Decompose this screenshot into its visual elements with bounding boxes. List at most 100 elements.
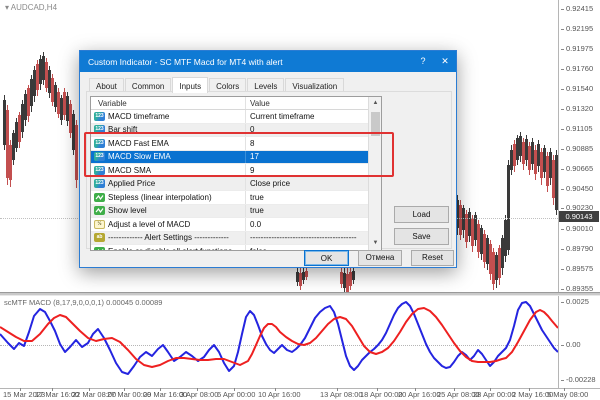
table-row[interactable]: 123MACD SMA 9 [91, 164, 369, 178]
time-tick-label: 10 Apr 16:00 [258, 390, 301, 399]
param-type-int-icon: 123 [94, 179, 105, 188]
table-scrollbar[interactable]: ▲ ▼ [368, 97, 381, 250]
dialog-titlebar[interactable]: Custom Indicator - SC MTF Macd for MT4 w… [80, 51, 456, 72]
time-tick-label: 20 Apr 16:00 [398, 390, 441, 399]
param-name: Show level [108, 206, 147, 215]
indicator-tick-label: 0.00 [561, 340, 581, 349]
time-tick [415, 388, 416, 391]
param-type-double-icon: ½ [94, 220, 105, 229]
scrollbar-thumb[interactable] [371, 112, 380, 136]
candle [75, 120, 78, 188]
param-name: Bar shift [108, 125, 137, 134]
inputs-rows: Variable Value 123MACD timeframeCurrent … [91, 97, 369, 251]
time-tick [490, 388, 491, 391]
reset-button[interactable]: Reset [411, 250, 454, 266]
table-header: Variable Value [91, 97, 369, 110]
price-tick-label: 0.92415 [561, 4, 593, 13]
dialog-title: Custom Indicator - SC MTF Macd for MT4 w… [80, 57, 412, 67]
load-button[interactable]: Load [394, 206, 449, 223]
price-tick-label: 0.90450 [561, 184, 593, 193]
time-tick [377, 388, 378, 391]
param-value[interactable]: true [245, 191, 369, 204]
scroll-down-icon[interactable]: ▼ [369, 237, 382, 250]
param-name: MACD timeframe [108, 112, 169, 121]
time-tick [124, 388, 125, 391]
candle [305, 268, 308, 280]
param-type-string-icon: ab [94, 233, 105, 242]
custom-indicator-dialog: Custom Indicator - SC MTF Macd for MT4 w… [79, 50, 457, 268]
save-button[interactable]: Save [394, 228, 449, 245]
param-type-int-icon: 123 [94, 152, 105, 161]
price-tick-label: 0.92195 [561, 24, 593, 33]
symbol-dropdown-icon[interactable]: ▾ [5, 3, 9, 12]
time-tick [564, 388, 565, 391]
param-value[interactable]: 0.0 [245, 218, 369, 231]
time-tick [529, 388, 530, 391]
param-value[interactable]: 0 [245, 124, 369, 137]
param-name: MACD SMA [108, 166, 151, 175]
time-tick-label: 13 Apr 08:00 [320, 390, 363, 399]
table-row[interactable]: 123Bar shift 0 [91, 124, 369, 138]
table-row[interactable]: 123Applied Price Close price [91, 178, 369, 192]
symbol-text: AUDCAD,H4 [11, 3, 57, 12]
tab-inputs[interactable]: Inputs [172, 77, 208, 93]
param-value[interactable]: 17 [245, 151, 369, 164]
time-tick [337, 388, 338, 391]
indicator-tick-label: 0.0025 [561, 297, 589, 306]
param-name: Applied Price [108, 179, 155, 188]
param-type-bool-icon [94, 206, 105, 215]
param-name: ------------- Alert Settings -----------… [108, 233, 229, 242]
param-value[interactable]: 8 [245, 137, 369, 150]
param-value[interactable]: Close price [245, 178, 369, 191]
ok-button[interactable]: OK [304, 250, 349, 266]
param-type-int-icon: 123 [94, 112, 105, 121]
inputs-table: Variable Value 123MACD timeframeCurrent … [90, 96, 382, 251]
time-tick-label: 5 May 08:00 [547, 390, 588, 399]
price-tick-label: 0.90010 [561, 224, 593, 233]
table-row[interactable]: ab------------- Alert Settings ---------… [91, 232, 369, 246]
param-name: MACD Slow EMA [108, 152, 171, 161]
time-tick-label: 6 Apr 00:00 [217, 390, 255, 399]
time-tick-label: 28 Apr 00:00 [473, 390, 516, 399]
help-button[interactable]: ? [412, 51, 434, 72]
time-tick [89, 388, 90, 391]
candle [352, 268, 355, 284]
price-tick-label: 0.91540 [561, 84, 593, 93]
price-tick-label: 0.91975 [561, 44, 593, 53]
time-tick [234, 388, 235, 391]
close-icon[interactable]: ✕ [434, 51, 456, 72]
table-row[interactable]: 123MACD Fast EMA8 [91, 137, 369, 151]
time-axis-border [0, 388, 600, 389]
param-value[interactable]: 9 [245, 164, 369, 177]
param-value[interactable]: true [245, 205, 369, 218]
table-row[interactable]: ½Adjust a level of MACD 0.0 [91, 218, 369, 232]
cancel-button[interactable]: Отмена [358, 250, 402, 266]
scroll-up-icon[interactable]: ▲ [369, 97, 382, 110]
table-row[interactable]: 123MACD timeframe Current timeframe [91, 110, 369, 124]
column-value: Value [245, 97, 369, 109]
param-type-int-icon: 123 [94, 139, 105, 148]
indicator-tick-label: -0.00228 [561, 375, 596, 384]
table-row[interactable]: 123MACD Slow EMA 17 [91, 151, 369, 165]
price-tick-label: 0.89790 [561, 244, 593, 253]
indicator-title: scMTF MACD (8,17,9,0,0,0,1) 0.00045 0.00… [4, 298, 162, 307]
price-axis-border [558, 0, 559, 388]
mt4-chart-window: ▾ AUDCAD,H4 0.92415 0.92195 0.91975 0.91760… [0, 0, 600, 400]
table-row[interactable]: Show level true [91, 205, 369, 219]
price-tick-label: 0.91760 [561, 64, 593, 73]
param-type-bool-icon [94, 193, 105, 202]
macd-plot [0, 296, 558, 388]
column-variable: Variable [91, 99, 245, 108]
param-type-int-icon: 123 [94, 166, 105, 175]
price-tick-label: 0.91320 [561, 104, 593, 113]
param-type-int-icon: 123 [94, 125, 105, 134]
table-row[interactable]: Stepless (linear interpolation) true [91, 191, 369, 205]
time-tick [20, 388, 21, 391]
param-value[interactable]: ---------------------------------------- [245, 232, 369, 245]
param-name: Adjust a level of MACD [108, 220, 190, 229]
param-name: Stepless (linear interpolation) [108, 193, 212, 202]
time-tick [454, 388, 455, 391]
param-value[interactable]: Current timeframe [245, 110, 369, 123]
price-tick-label: 0.89575 [561, 264, 593, 273]
param-name: Enable or disable all alert functions [108, 247, 232, 251]
